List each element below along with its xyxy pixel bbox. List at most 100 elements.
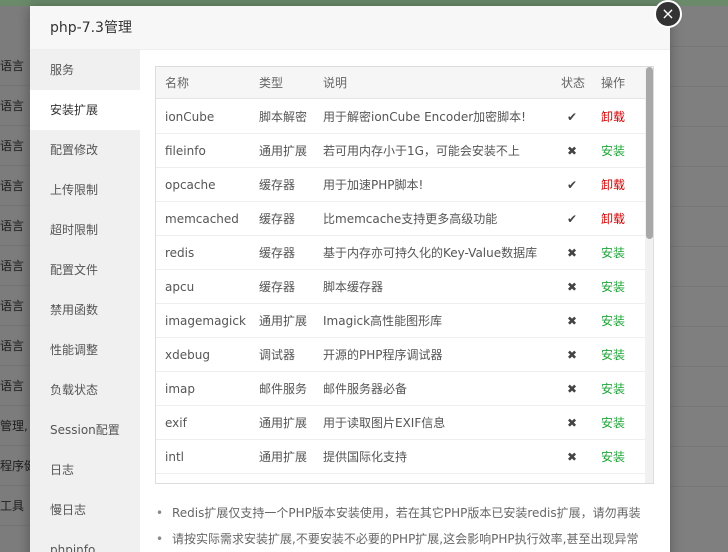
extension-name: redis: [165, 246, 195, 260]
extension-name: imap: [165, 382, 195, 396]
not-installed-x-icon: ✖: [566, 144, 578, 158]
sidebar-item[interactable]: 负载状态: [30, 370, 140, 410]
uninstall-link[interactable]: 卸载: [601, 100, 641, 134]
sidebar-item[interactable]: 性能调整: [30, 330, 140, 370]
sidebar-item[interactable]: 服务: [30, 50, 140, 90]
extension-type: 通用扩展: [259, 416, 308, 430]
sidebar-item[interactable]: 配置修改: [30, 130, 140, 170]
background-row-text: 语言: [0, 206, 30, 246]
extension-description: 若可用内存小于1G，可能会安装不上: [323, 144, 520, 158]
sidebar-item[interactable]: 安装扩展: [30, 90, 140, 130]
table-row: exif 通用扩展 用于读取图片EXIF信息 ✖ 安装: [156, 406, 646, 440]
extension-name: apcu: [165, 280, 195, 294]
background-divider: [670, 126, 728, 127]
extension-name: ionCube: [165, 110, 215, 124]
table-row: imagemagick 通用扩展 Imagick高性能图形库 ✖ 安装: [156, 304, 646, 338]
background-row-text: 语言: [0, 86, 30, 126]
installed-check-icon: ✔: [566, 178, 578, 192]
background-divider: [670, 166, 728, 167]
extension-name: [165, 474, 257, 483]
extension-type: 脚本解密: [259, 110, 308, 124]
background-row-text: 语言: [0, 366, 30, 406]
extension-type: 缓存器: [259, 212, 296, 226]
background-row-text: 语言: [0, 126, 30, 166]
uninstall-link[interactable]: 卸载: [601, 168, 641, 202]
background-row-text: 语言: [0, 166, 30, 206]
not-installed-x-icon: ✖: [566, 450, 578, 464]
table-header: 名称 类型 说明 状态 操作: [156, 67, 646, 99]
extension-type: 通用扩展: [259, 314, 308, 328]
sidebar-item[interactable]: 配置文件: [30, 250, 140, 290]
sidebar-item[interactable]: Session配置: [30, 410, 140, 450]
background-row-text: 语言: [0, 246, 30, 286]
install-link[interactable]: 安装: [601, 304, 641, 338]
sidebar-item[interactable]: 禁用函数: [30, 290, 140, 330]
not-installed-x-icon: ✖: [566, 246, 578, 260]
background-divider: [670, 326, 728, 327]
install-link[interactable]: 安装: [601, 270, 641, 304]
install-link[interactable]: 安装: [601, 236, 641, 270]
table-row: opcache 缓存器 用于加速PHP脚本! ✔ 卸载: [156, 168, 646, 202]
install-link[interactable]: 安装: [601, 372, 641, 406]
not-installed-x-icon: ✖: [566, 382, 578, 396]
table-scrollbar[interactable]: [645, 67, 653, 483]
sidebar-item[interactable]: phpinfo: [30, 530, 140, 552]
extension-type: [259, 474, 321, 483]
background-divider: [670, 286, 728, 287]
background-row-text: 语言: [0, 286, 30, 326]
extensions-table: 名称 类型 说明 状态 操作 ionCube 脚本解密 用于解密ionCube En…: [155, 66, 654, 484]
close-button[interactable]: ×: [654, 0, 682, 28]
extension-name: opcache: [165, 178, 216, 192]
not-installed-x-icon: ✖: [566, 416, 578, 430]
extension-name: exif: [165, 416, 187, 430]
not-installed-x-icon: ✖: [566, 280, 578, 294]
extensions-panel: 名称 类型 说明 状态 操作 ionCube 脚本解密 用于解密ionCube En…: [140, 50, 670, 552]
uninstall-link[interactable]: 卸载: [601, 202, 641, 236]
install-link[interactable]: 安装: [601, 440, 641, 474]
extension-type: 通用扩展: [259, 144, 308, 158]
background-divider: [670, 246, 728, 247]
sidebar-item[interactable]: 上传限制: [30, 170, 140, 210]
sidebar-item[interactable]: 慢日志: [30, 490, 140, 530]
php-manager-dialog: php-7.3管理 服务 安装扩展 配置修改 上传限制 超时限制 配置文件 禁用函数 性能调整…: [30, 0, 682, 552]
scrollbar-thumb[interactable]: [646, 67, 653, 239]
extension-type: 邮件服务: [259, 382, 308, 396]
extension-description: 用于加速PHP脚本!: [323, 178, 424, 192]
extension-description: 用于读取图片EXIF信息: [323, 416, 446, 430]
table-row: redis 缓存器 基于内存亦可持久化的Key-Value数据库 ✖ 安装: [156, 236, 646, 270]
note-text: 请按实际需求安装扩展,不要安装不必要的PHP扩展,这会影响PHP执行效率,甚至出…: [172, 532, 639, 546]
install-link[interactable]: 安装: [601, 406, 641, 440]
extension-type: 缓存器: [259, 246, 296, 260]
table-body: ionCube 脚本解密 用于解密ionCube Encoder加密脚本! ✔ 卸载 fi…: [156, 100, 646, 483]
extension-type: 调试器: [259, 348, 296, 362]
note-item: • Redis扩展仅支持一个PHP版本安装使用，若在其它PHP版本已安装redis…: [155, 500, 665, 526]
extension-name: fileinfo: [165, 144, 206, 158]
bullet-icon: •: [156, 506, 164, 520]
note-item: • 请按实际需求安装扩展,不要安装不必要的PHP扩展,这会影响PHP执行效率,甚至…: [155, 526, 665, 552]
installed-check-icon: ✔: [566, 212, 578, 226]
table-row: xdebug 调试器 开源的PHP程序调试器 ✖ 安装: [156, 338, 646, 372]
table-row: memcached 缓存器 比memcache支持更多高级功能 ✔ 卸载: [156, 202, 646, 236]
extension-description: Imagick高性能图形库: [323, 314, 443, 328]
sidebar-item[interactable]: 日志: [30, 450, 140, 490]
table-row: intl 通用扩展 提供国际化支持 ✖ 安装: [156, 440, 646, 474]
table-row: [156, 474, 646, 483]
extension-name: memcached: [165, 212, 239, 226]
extension-name: imagemagick: [165, 314, 246, 328]
install-link[interactable]: 安装: [601, 338, 641, 372]
table-row: apcu 缓存器 脚本缓存器 ✖ 安装: [156, 270, 646, 304]
background-divider: [670, 406, 728, 407]
extension-description: 提供国际化支持: [323, 450, 408, 464]
extension-description: [323, 474, 559, 483]
notes-list: • Redis扩展仅支持一个PHP版本安装使用，若在其它PHP版本已安装redis…: [155, 500, 665, 552]
table-row: ionCube 脚本解密 用于解密ionCube Encoder加密脚本! ✔ 卸载: [156, 100, 646, 134]
background-row-text: 程序健: [0, 446, 30, 486]
sidebar-item[interactable]: 超时限制: [30, 210, 140, 250]
extension-type: 通用扩展: [259, 450, 308, 464]
background-divider: [670, 86, 728, 87]
extension-type: 缓存器: [259, 280, 296, 294]
install-link[interactable]: 安装: [601, 134, 641, 168]
settings-sidebar: 服务 安装扩展 配置修改 上传限制 超时限制 配置文件 禁用函数 性能调整 负载状态 Sessio…: [30, 50, 140, 552]
header-description: 说明: [323, 76, 348, 90]
background-divider: [670, 486, 728, 487]
